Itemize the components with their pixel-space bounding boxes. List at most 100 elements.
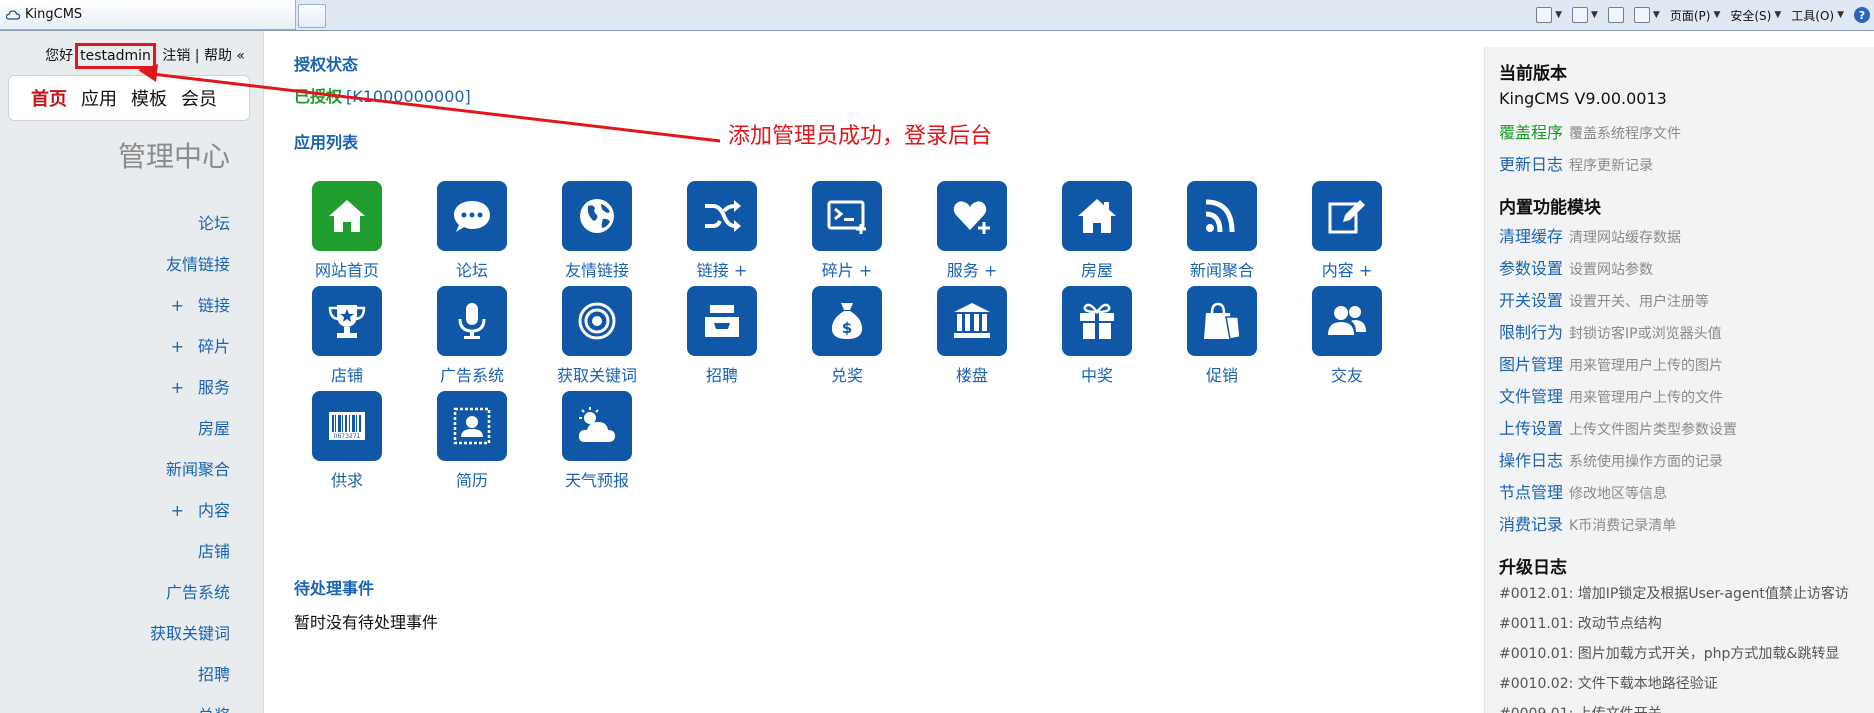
app-tile-news-feed[interactable]: 新闻聚合 [1169,181,1275,281]
browser-tab-title: KingCMS [25,7,83,22]
chevron-down-icon: ▼ [1590,10,1598,20]
home-button[interactable]: ▼ [1536,7,1562,23]
shuffle-icon [687,181,757,251]
tab-members[interactable]: 会员 [181,85,217,111]
sidebar-item-friend-links[interactable]: 友情链接 [136,244,230,285]
sidebar-item-shop[interactable]: 店铺 [136,531,230,572]
browser-toolbar: ▼ ▼ ▼ 页面(P) ▼ 安全(S) ▼ 工具(O) ▼ ? [1536,0,1874,30]
portrait-icon [437,391,507,461]
app-tile-content[interactable]: 内容 + [1294,181,1400,281]
auth-code[interactable]: [K1000000000] [346,87,471,106]
barcode-text: 0673271 [334,433,361,440]
sidebar-item-redeem[interactable]: 兑奖 [136,695,230,713]
module-files[interactable]: 文件管理 用来管理用户上传的文件 [1499,383,1723,407]
sidebar-title: 管理中心 [117,140,230,173]
trophy-icon [312,286,382,356]
help-link[interactable]: 帮助 [204,48,232,64]
app-tile-supply[interactable]: 0673271 供求 [294,391,400,491]
app-tile-redeem[interactable]: $ 兑奖 [794,286,900,386]
chevron-down-icon: ▼ [1837,10,1844,20]
sidebar-item-links[interactable]: + 链接 [136,285,230,326]
browser-tab[interactable]: KingCMS [0,0,296,30]
app-tile-site-home[interactable]: 网站首页 [294,181,400,281]
module-upload-settings[interactable]: 上传设置 上传文件图片类型参数设置 [1499,415,1737,439]
auth-title: 授权状态 [294,55,359,74]
logout-link[interactable]: 注销 [162,48,190,64]
app-tile-jobs[interactable]: 招聘 [669,286,775,386]
chevron-down-icon: ▼ [1555,10,1562,20]
sidebar-item-keywords[interactable]: 获取关键词 [136,613,230,654]
app-tile-buildings[interactable]: 楼盘 [919,286,1025,386]
tab-templates[interactable]: 模板 [131,85,167,111]
app-tile-housing[interactable]: 房屋 [1044,181,1150,281]
app-tile-services[interactable]: 服务 + [919,181,1025,281]
app-tile-prize[interactable]: 中奖 [1044,286,1150,386]
sidebar-item-forum[interactable]: 论坛 [136,203,230,244]
edit-icon [1312,181,1382,251]
mail-icon [1607,7,1624,23]
sidebar-item-content[interactable]: + 内容 [136,490,230,531]
app-tile-shop[interactable]: 店铺 [294,286,400,386]
app-tile-links[interactable]: 链接 + [669,181,775,281]
module-clear-cache[interactable]: 清理缓存 清理网站缓存数据 [1499,223,1681,247]
browser-tab-bar: KingCMS ▼ ▼ ▼ 页面(P) ▼ 安全(S) ▼ 工具(O) ▼ ? [0,0,1874,31]
main-tabs: 首页 应用 模板 会员 [8,75,250,121]
app-tile-keywords[interactable]: 获取关键词 [544,286,650,386]
chevron-down-icon: ▼ [1652,10,1660,20]
mail-button[interactable] [1607,7,1624,23]
barcode-icon: 0673271 [312,391,382,461]
app-tile-dating[interactable]: 交友 [1294,286,1400,386]
app-tile-fragments[interactable]: 碎片 + [794,181,900,281]
home-icon [1536,7,1553,23]
version-link-overwrite[interactable]: 覆盖程序 覆盖系统程序文件 [1499,119,1681,143]
tab-apps[interactable]: 应用 [81,85,117,111]
collapse-button[interactable]: « [236,48,245,64]
sidebar-item-ads[interactable]: 广告系统 [136,572,230,613]
changelog-entry: #0010.01: 图片加载方式开关，php方式加载&跳转显 [1499,646,1840,662]
sidebar-item-services[interactable]: + 服务 [136,367,230,408]
feeds-button[interactable]: ▼ [1571,7,1598,23]
help-icon[interactable]: ? [1854,7,1870,23]
app-tile-promotion[interactable]: 促销 [1169,286,1275,386]
shopping-bag-icon [1187,286,1257,356]
module-operation-log[interactable]: 操作日志 系统使用操作方面的记录 [1499,447,1723,471]
sidebar-item-fragments[interactable]: + 碎片 [136,326,230,367]
inbox-icon [687,286,757,356]
sidebar-item-jobs[interactable]: 招聘 [136,654,230,695]
changelog-entry: #0010.02: 文件下载本地路径验证 [1499,676,1718,692]
rss-icon [1571,7,1588,23]
sidebar-item-news-feed[interactable]: 新闻聚合 [136,449,230,490]
module-switches[interactable]: 开关设置 设置开关、用户注册等 [1499,287,1709,311]
print-button[interactable]: ▼ [1633,7,1660,23]
safety-menu[interactable]: 安全(S) ▼ [1730,7,1781,24]
app-tile-ads[interactable]: 广告系统 [419,286,525,386]
version-link-changelog[interactable]: 更新日志 程序更新记录 [1499,151,1653,175]
chat-bubble-icon [437,181,507,251]
microphone-icon [437,286,507,356]
app-tile-resume[interactable]: 简历 [419,391,525,491]
tools-menu[interactable]: 工具(O) ▼ [1791,7,1844,24]
cloud-icon [6,9,20,20]
target-icon [562,286,632,356]
username: testadmin [75,43,156,69]
new-tab-button[interactable] [298,4,326,28]
weather-icon [562,391,632,461]
app-tile-weather[interactable]: 天气预报 [544,391,650,491]
module-consumption[interactable]: 消费记录 K币消费记录清单 [1499,511,1676,535]
chevron-down-icon: ▼ [1713,10,1721,20]
apps-title: 应用列表 [294,133,359,152]
sidebar-item-housing[interactable]: 房屋 [136,408,230,449]
rss-icon [1187,181,1257,251]
module-nodes[interactable]: 节点管理 修改地区等信息 [1499,479,1667,503]
app-tile-forum[interactable]: 论坛 [419,181,525,281]
money-bag-icon: $ [812,286,882,356]
module-params[interactable]: 参数设置 设置网站参数 [1499,255,1653,279]
page-menu[interactable]: 页面(P) ▼ [1670,7,1721,24]
home-icon [312,181,382,251]
module-restrictions[interactable]: 限制行为 封锁访客IP或浏览器头值 [1499,319,1722,343]
tab-home[interactable]: 首页 [31,85,67,111]
printer-icon [1633,7,1650,23]
chevron-down-icon: ▼ [1774,10,1782,20]
app-tile-friend-links[interactable]: 友情链接 [544,181,650,281]
module-images[interactable]: 图片管理 用来管理用户上传的图片 [1499,351,1723,375]
